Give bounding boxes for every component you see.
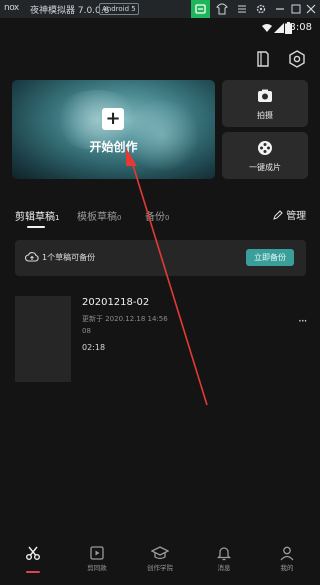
tab-label: 剪辑草稿 <box>15 212 55 223</box>
nav-profile[interactable]: 我的 <box>262 545 312 572</box>
start-creation-label: 开始创作 <box>89 140 138 154</box>
profile-icon <box>280 546 294 561</box>
nox-logo: nox <box>4 3 19 13</box>
status-bar: 3:08 <box>0 18 320 38</box>
nav-template-label: 剪同款 <box>87 564 107 572</box>
one-click-film-button[interactable]: 一键成片 <box>222 132 308 179</box>
draft-more-button[interactable]: ··· <box>298 314 308 328</box>
start-creation-card[interactable]: + 开始创作 <box>12 80 215 179</box>
tab-label: 模板草稿 <box>77 212 117 223</box>
wifi-icon <box>262 24 272 32</box>
plus-icon: + <box>102 108 124 130</box>
backup-text: 1个草稿可备份 <box>42 253 96 262</box>
nav-academy[interactable]: 创作学院 <box>135 545 185 572</box>
shirt-icon[interactable] <box>216 3 228 15</box>
one-click-film-label: 一键成片 <box>249 163 281 172</box>
tab-label: 备份 <box>145 212 165 223</box>
film-reel-icon <box>258 141 272 155</box>
nav-messages-label: 消息 <box>217 564 231 572</box>
nav-messages[interactable]: 消息 <box>199 545 249 572</box>
draft-duration: 02:18 <box>82 343 106 352</box>
menu-icon[interactable] <box>236 3 248 15</box>
cloud-upload-icon <box>25 252 39 262</box>
shoot-button[interactable]: 拍摄 <box>222 80 308 127</box>
tutorial-book-icon[interactable] <box>252 48 274 70</box>
academy-icon <box>151 546 169 560</box>
draft-updated-time-cont: 08 <box>82 327 91 335</box>
nav-edit[interactable] <box>8 545 58 562</box>
android-version-badge: Android 5 <box>99 3 139 15</box>
draft-title[interactable]: 20201218-02 <box>82 297 149 308</box>
nav-academy-label: 创作学院 <box>147 564 173 572</box>
emulator-title-bar: nox 夜神模拟器 7.0.0.6 Android 5 <box>0 0 320 18</box>
backup-banner: 1个草稿可备份 立即备份 <box>15 240 306 276</box>
draft-thumbnail[interactable] <box>15 296 71 382</box>
template-icon <box>90 546 104 560</box>
backup-now-button[interactable]: 立即备份 <box>246 249 294 266</box>
manage-button[interactable]: 管理 <box>273 207 306 222</box>
signal-icon <box>274 23 284 33</box>
tab-count: 1 <box>55 214 60 222</box>
scissors-icon <box>26 546 40 560</box>
shoot-label: 拍摄 <box>257 111 273 120</box>
maximize-icon[interactable] <box>290 3 302 15</box>
settings-icon[interactable] <box>255 3 267 15</box>
bell-icon <box>216 547 232 561</box>
nav-profile-label: 我的 <box>280 564 294 572</box>
edit-pencil-icon <box>273 210 283 220</box>
tab-template-drafts[interactable]: 模板草稿0 <box>77 208 121 223</box>
draft-updated-time: 更新于 2020.12.18 14:56 <box>82 315 168 323</box>
emulator-green-button[interactable] <box>191 0 210 18</box>
settings-hex-icon[interactable] <box>286 48 308 70</box>
status-time: 3:08 <box>289 22 312 33</box>
emulator-app-name: 夜神模拟器 7.0.0.6 <box>30 6 110 16</box>
minimize-icon[interactable] <box>274 3 286 15</box>
tab-count: 0 <box>117 214 122 222</box>
tab-count: 0 <box>165 214 170 222</box>
camera-icon <box>258 89 272 102</box>
tab-edit-drafts[interactable]: 剪辑草稿1 <box>15 208 59 223</box>
tab-backup[interactable]: 备份0 <box>145 208 169 223</box>
close-icon[interactable] <box>305 3 317 15</box>
nav-template[interactable]: 剪同款 <box>72 545 122 572</box>
active-nav-indicator <box>26 571 40 573</box>
hero-smoke <box>122 100 202 170</box>
active-tab-indicator <box>27 226 45 228</box>
manage-label: 管理 <box>286 211 307 222</box>
